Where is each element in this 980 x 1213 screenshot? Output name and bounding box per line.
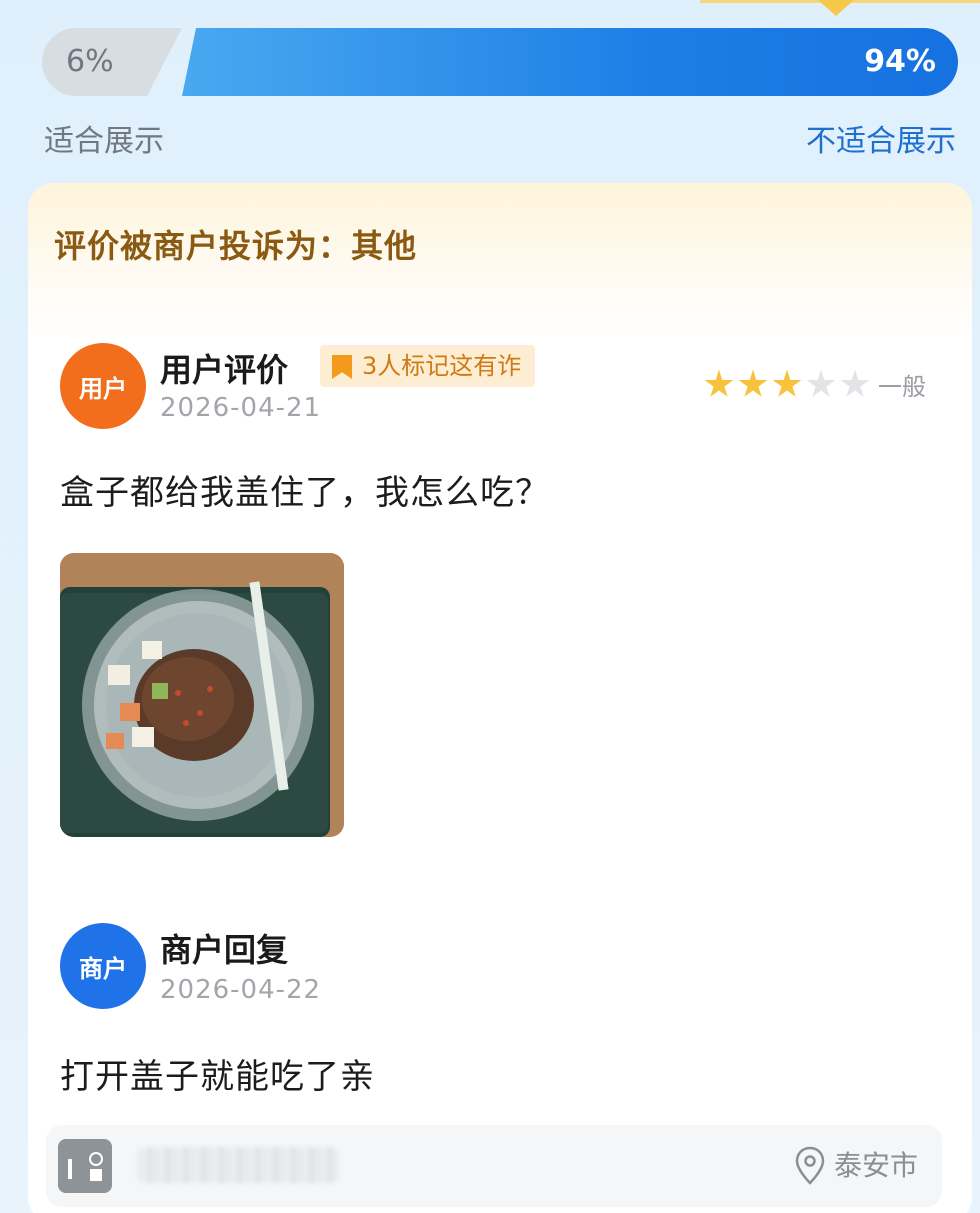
rating-text: 一般 — [878, 373, 926, 401]
vote-bar: 6% 94% — [42, 28, 958, 96]
food-photo-icon — [60, 553, 344, 837]
merchant-avatar: 商户 — [60, 923, 146, 1009]
reply-date: 2026-04-22 — [160, 975, 322, 1005]
store-bar[interactable]: 泰安市 — [46, 1125, 942, 1207]
star-empty-icon — [840, 369, 870, 397]
store-icon — [58, 1139, 112, 1193]
review-date: 2026-04-21 — [160, 393, 322, 423]
review-text: 盒子都给我盖住了，我怎么吃？ — [60, 473, 550, 513]
review-card: 评价被商户投诉为：其他 用户 用户评价 3人标记这有诈 2026-04-21 一… — [28, 183, 972, 1213]
review-title: 用户评价 — [160, 351, 289, 389]
star-empty-icon — [806, 369, 836, 397]
vote-suitable-label[interactable]: 适合展示 — [44, 116, 164, 160]
location-pin-icon — [795, 1146, 825, 1185]
complaint-reason: 评价被商户投诉为：其他 — [54, 227, 418, 265]
store-name-redacted — [138, 1147, 338, 1183]
reply-title: 商户回复 — [160, 931, 289, 969]
vote-unsuitable-segment[interactable] — [182, 28, 958, 96]
reply-text: 打开盖子就能吃了亲 — [60, 1057, 375, 1097]
location-text: 泰安市 — [833, 1149, 918, 1182]
vote-suitable-percent: 6% — [66, 44, 114, 79]
review-photo[interactable] — [60, 553, 344, 837]
fraud-mark-badge[interactable]: 3人标记这有诈 — [320, 345, 536, 387]
vote-unsuitable-label[interactable]: 不适合展示 — [806, 116, 956, 160]
bookmark-icon — [332, 355, 352, 379]
store-location: 泰安市 — [794, 1125, 918, 1207]
indicator-arrow-icon — [818, 0, 854, 16]
rating-stars: 一般 — [704, 367, 926, 402]
user-avatar: 用户 — [60, 343, 146, 429]
star-icon — [772, 369, 802, 397]
fraud-mark-text: 3人标记这有诈 — [362, 352, 522, 380]
star-icon — [704, 369, 734, 397]
vote-unsuitable-percent: 94% — [864, 44, 936, 79]
star-icon — [738, 369, 768, 397]
